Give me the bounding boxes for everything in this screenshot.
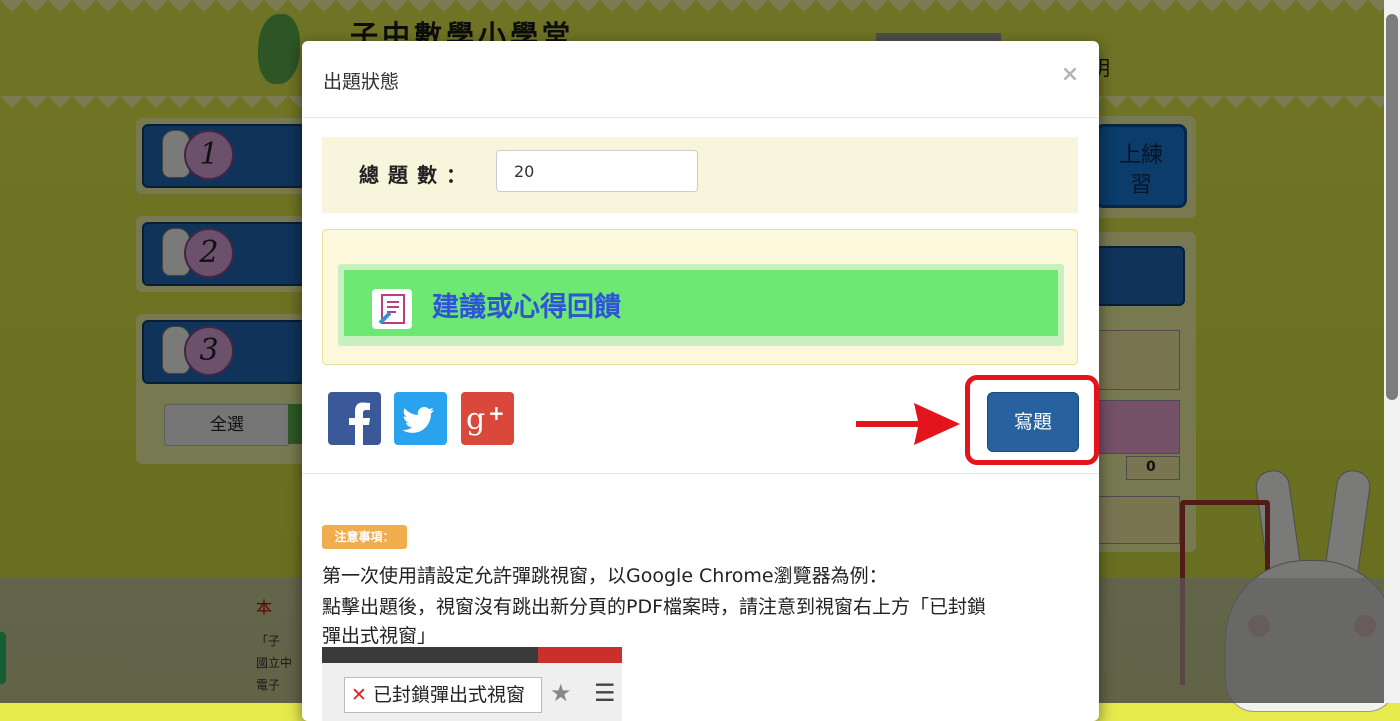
scrollbar-thumb[interactable] — [1386, 14, 1398, 400]
notice-line-2: 點擊出題後，視窗沒有跳出新分頁的PDF檔案時，請注意到視窗右上方「已封鎖 — [322, 596, 987, 618]
feedback-button-body[interactable]: 建議或心得回饋 — [344, 270, 1058, 336]
browser-close-area — [538, 647, 622, 663]
red-arrow-annotation — [856, 403, 960, 445]
quiz-status-modal: 出題狀態 × 總題數： 建議或心得回饋 — [302, 41, 1099, 721]
question-count-row: 總題數： — [322, 137, 1078, 213]
feedback-panel: 建議或心得回饋 — [322, 229, 1078, 365]
google-plus-icon[interactable]: g + — [461, 392, 514, 445]
svg-text:g: g — [466, 402, 485, 437]
popup-blocked-indicator: ✕ 已封鎖彈出式視窗 — [344, 677, 542, 713]
svg-text:+: + — [488, 401, 505, 425]
popup-blocked-icon: ✕ — [351, 684, 367, 706]
browser-screenshot-example: ✕ 已封鎖彈出式視窗 ★ ☰ — [322, 647, 622, 721]
edit-note-icon — [372, 289, 412, 329]
notice-badge: 注意事項： — [322, 525, 407, 549]
feedback-button[interactable]: 建議或心得回饋 — [338, 264, 1064, 346]
question-count-input[interactable] — [496, 150, 698, 192]
feedback-button-label: 建議或心得回饋 — [432, 292, 621, 323]
facebook-icon[interactable] — [328, 392, 381, 445]
modal-title: 出題狀態 — [323, 71, 400, 93]
generate-questions-button[interactable]: 寫題 — [987, 392, 1079, 452]
modal-header: 出題狀態 × — [302, 41, 1099, 118]
close-icon[interactable]: × — [1060, 63, 1080, 87]
question-count-label: 總題數： — [359, 163, 475, 187]
notice-line-3: 彈出式視窗」 — [322, 625, 437, 647]
modal-divider — [302, 473, 1099, 474]
twitter-icon[interactable] — [394, 392, 447, 445]
notice-line-1: 第一次使用請設定允許彈跳視窗，以Google Chrome瀏覽器為例： — [322, 565, 888, 587]
